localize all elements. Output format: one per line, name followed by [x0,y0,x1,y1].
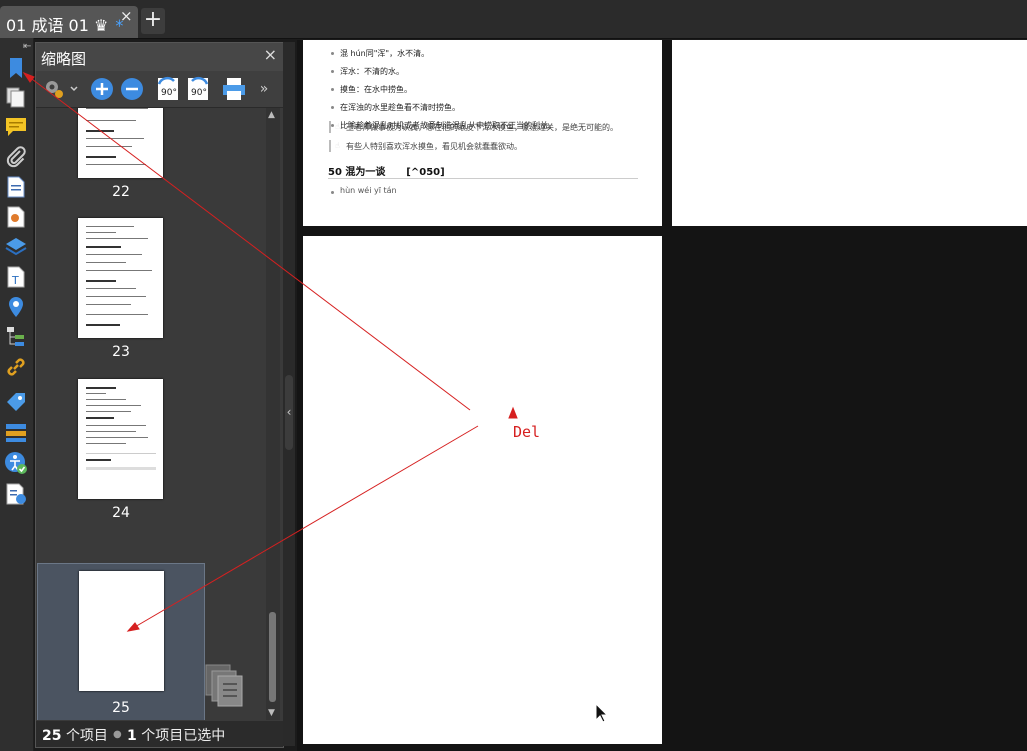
content-order-icon[interactable] [4,421,28,445]
entry-tag: [^050] [406,167,445,178]
thumbnail-item[interactable]: 24 [36,364,265,524]
thumbnails-toolbar: 90° 90° » [36,71,283,108]
attachment-icon[interactable] [4,145,28,169]
page-thumbnail-image [78,108,163,178]
close-tab-icon[interactable]: × [120,7,133,25]
thumbnail-scrollbar[interactable]: ▲ ▼ [266,108,280,720]
document-tab[interactable]: 01 成语 01 ♛ * × [0,6,138,38]
panel-status-bar: 25 个项目 ● 1 个项目已选中 [36,721,283,747]
new-tab-button[interactable]: + [141,8,165,34]
scroll-down-icon[interactable]: ▼ [268,708,275,718]
thumbnail-item-selected[interactable]: 25 [37,563,205,720]
form-fields-icon[interactable]: T [4,265,28,289]
navigation-rail: ⇤ T [0,38,34,751]
status-separator: ● [113,729,122,740]
pages-icon[interactable] [4,85,28,109]
collapse-panel-icon[interactable]: ‹ [285,375,293,450]
pinyin-line: hùn wéi yī tán [340,186,397,195]
page-thumbnail-image [78,379,163,499]
destinations-icon[interactable] [4,295,28,319]
structure-tree-icon[interactable] [4,325,28,349]
thumbnail-page-number: 23 [112,344,130,360]
thumbnails-panel: 缩略图 × 90° 90° » 22 23 24 25 ▲ ▼ 25 个项目 ●… [35,42,284,748]
thumbnail-item[interactable]: 22 [36,108,265,203]
thumbnail-item[interactable]: 23 [36,203,265,363]
example-quote: 有些人特别喜欢浑水摸鱼，看见机会就蠢蠢欲动。 [346,142,522,151]
thumbnail-page-number: 22 [112,184,130,200]
panel-header: 缩略图 × [36,43,283,71]
collapse-rail-icon[interactable]: ⇤ [23,41,31,52]
close-panel-icon[interactable]: × [264,45,277,64]
thumbnail-options-button[interactable] [40,75,80,103]
hand-icon: ☝ [335,141,340,150]
hand-icon: ☝ [335,122,340,131]
print-icon[interactable] [220,75,248,103]
zoom-out-icon[interactable] [118,75,146,103]
panel-title: 缩略图 [41,50,87,68]
svg-text:T: T [11,274,19,287]
mouse-cursor-icon [595,702,609,727]
accessibility-check-icon[interactable] [4,451,28,475]
document-page[interactable]: 混 hún同"浑"，水不清。 浑水：不清的水。 摸鱼：在水中捞鱼。 在浑浊的水里… [303,40,662,226]
layers-icon[interactable] [4,235,28,259]
thumbnail-page-number: 25 [112,700,130,716]
links-icon[interactable] [4,355,28,379]
reading-order-icon[interactable] [4,482,28,506]
divider [328,178,638,179]
svg-text:90°: 90° [161,88,177,98]
scroll-up-icon[interactable]: ▲ [268,110,275,120]
text-line: 摸鱼：在水中捞鱼。 [340,85,412,94]
text-line: 浑水：不清的水。 [340,67,404,76]
item-count: 25 [42,728,62,744]
rotate-cw-button[interactable]: 90° [184,75,212,103]
tab-bar: 01 成语 01 ♛ * × + [0,0,1027,39]
thumbnail-list: 22 23 24 25 [36,108,265,720]
rotate-ccw-button[interactable]: 90° [154,75,182,103]
tags-icon[interactable] [4,390,28,414]
example-quote: 王老师做事极为认真，想在他的眼皮下浑水摸鱼，蒙混过关，是绝无可能的。 [346,123,618,132]
annotation-label: Del [513,423,541,441]
document-page-blank[interactable] [303,236,662,744]
selected-count-suffix: 个项目已选中 [141,728,226,744]
svg-text:90°: 90° [191,88,207,98]
scrollbar-thumb[interactable] [269,612,276,702]
thumbnail-page-number: 24 [112,505,130,521]
document-tab-title: 01 成语 01 ♛ [6,16,109,35]
text-line: 在浑浊的水里趁鱼看不清时捞鱼。 [340,103,460,112]
text-line: 混 hún同"浑"，水不清。 [340,49,430,58]
item-count-suffix: 个项目 [65,728,108,744]
panel-splitter[interactable]: ‹ [283,42,295,746]
zoom-in-icon[interactable] [88,75,116,103]
toolbar-overflow-icon[interactable]: » [254,75,274,103]
entry-heading: 50 混为一谈 [^050] [328,167,445,178]
page-thumbnail-image [79,571,164,691]
page-thumbnail-image [78,218,163,338]
selected-count: 1 [127,728,137,744]
bookmark-icon[interactable] [4,56,28,80]
document-page[interactable] [672,40,1027,226]
document-properties-icon[interactable] [4,175,28,199]
document-view[interactable]: 混 hún同"浑"，水不清。 浑水：不清的水。 摸鱼：在水中捞鱼。 在浑浊的水里… [297,40,1027,751]
comment-icon[interactable] [4,115,28,139]
certificate-icon[interactable] [4,205,28,229]
drag-pages-icon [204,663,244,707]
